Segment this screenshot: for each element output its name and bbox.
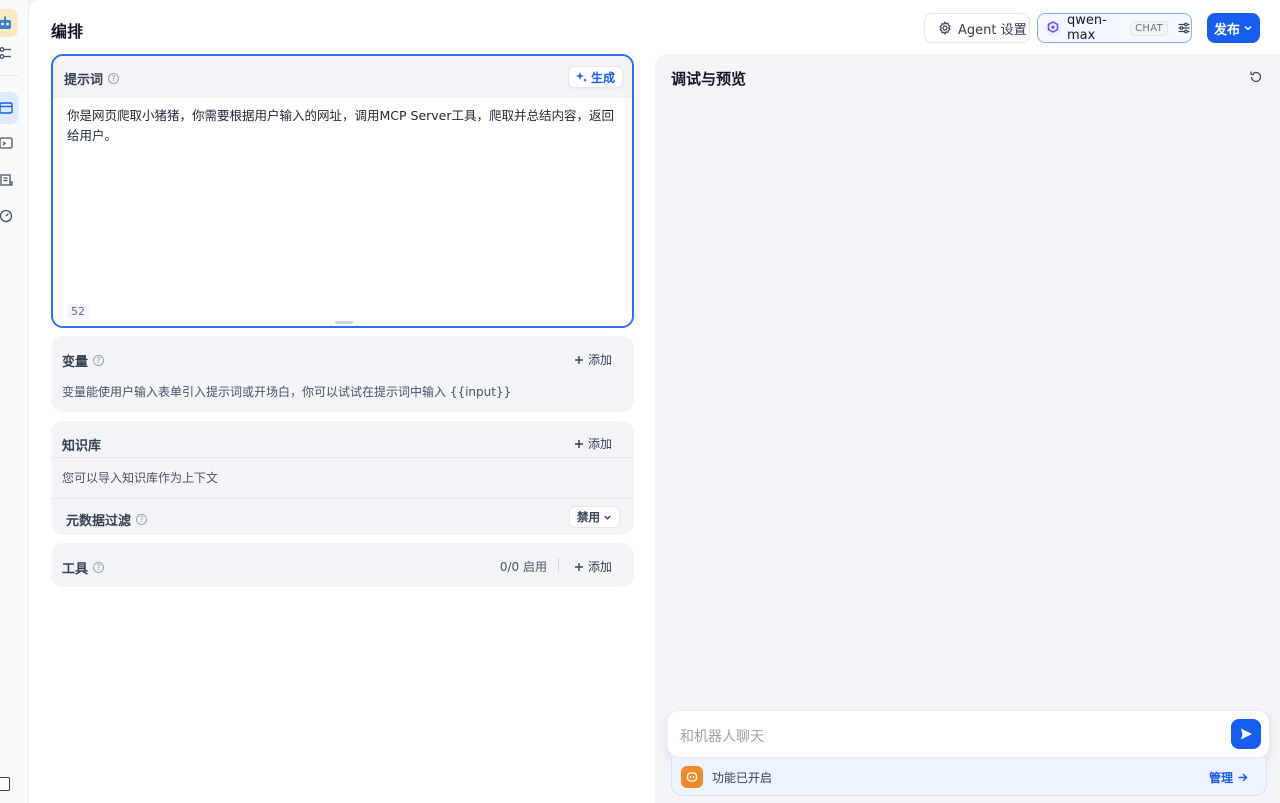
chevron-down-icon — [603, 513, 612, 522]
metadata-filter-select[interactable]: 禁用 — [569, 506, 620, 528]
tools-title: 工具 ? — [62, 558, 105, 577]
main-panel: 编排 Agent 设置 qwen-max CHAT 发布 提示词 ? 生成 你是… — [29, 0, 1280, 803]
sparkle-icon — [575, 71, 588, 84]
send-icon — [1241, 728, 1252, 740]
arrow-right-icon — [1237, 772, 1248, 783]
metadata-filter-title: 元数据过滤 ? — [66, 510, 148, 529]
model-selector[interactable]: qwen-max CHAT — [1037, 13, 1192, 43]
knowledge-label: 知识库 — [62, 439, 102, 454]
knowledge-description: 您可以导入知识库作为上下文 — [62, 471, 219, 485]
model-logo-icon — [1044, 19, 1062, 37]
prompt-label: 提示词 — [64, 73, 104, 88]
page-title: 编排 — [51, 22, 84, 41]
tools-enabled-count: 0/0 启用 — [499, 560, 547, 574]
variables-title: 变量 ? — [62, 351, 105, 370]
orchestrate-icon[interactable] — [0, 92, 19, 124]
variables-card: 变量 ? 添加 变量能使用户输入表单引入提示词或开场白，你可以试试在提示词中输入… — [51, 336, 634, 412]
knowledge-title: 知识库 — [62, 435, 101, 454]
add-tool-button[interactable]: 添加 — [574, 558, 612, 575]
sliders-icon[interactable] — [1177, 21, 1191, 35]
agent-settings-label: Agent 设置 — [958, 22, 1027, 38]
chevron-down-icon — [1243, 23, 1253, 33]
char-counter: 52 — [67, 304, 89, 319]
plus-icon — [574, 355, 584, 365]
publish-button[interactable]: 发布 — [1207, 13, 1260, 43]
tools-label: 工具 — [62, 562, 89, 577]
generate-button[interactable]: 生成 — [568, 66, 623, 88]
add-knowledge-button[interactable]: 添加 — [574, 435, 612, 452]
publish-label: 发布 — [1214, 22, 1241, 38]
divider — [51, 457, 634, 458]
app-icon[interactable] — [0, 9, 18, 37]
prompt-textarea[interactable]: 你是网页爬取小猪猪，你需要根据用户输入的网址，调用MCP Server工具，爬取… — [53, 98, 632, 326]
help-icon[interactable]: ? — [93, 355, 105, 366]
rail-divider — [0, 75, 18, 76]
logs-icon[interactable] — [0, 168, 18, 192]
monitor-icon[interactable] — [0, 204, 18, 228]
preview-title: 调试与预览 — [671, 70, 747, 88]
prompt-text[interactable]: 你是网页爬取小猪猪，你需要根据用户输入的网址，调用MCP Server工具，爬取… — [67, 106, 622, 146]
header: 编排 Agent 设置 qwen-max CHAT 发布 — [29, 0, 1280, 56]
manage-label: 管理 — [1208, 771, 1233, 785]
refresh-icon[interactable] — [1249, 70, 1263, 84]
manage-features-link[interactable]: 管理 — [1209, 769, 1248, 786]
metadata-filter-value: 禁用 — [577, 510, 600, 524]
workflow-icon[interactable] — [0, 41, 18, 65]
features-bar: 功能已开启 管理 — [671, 758, 1267, 796]
prompt-header: 提示词 ? 生成 — [53, 56, 632, 98]
variables-description: 变量能使用户输入表单引入提示词或开场白，你可以试试在提示词中输入 {{input… — [62, 385, 512, 399]
add-variable-button[interactable]: 添加 — [574, 351, 612, 368]
model-mode-badge: CHAT — [1130, 20, 1168, 36]
knowledge-card: 知识库 添加 您可以导入知识库作为上下文 元数据过滤 ? 禁用 — [51, 421, 634, 535]
left-rail — [0, 0, 29, 803]
divider — [51, 498, 634, 499]
features-label: 功能已开启 — [712, 771, 773, 785]
metadata-filter-label: 元数据过滤 — [66, 514, 132, 529]
add-label: 添加 — [587, 353, 612, 367]
send-button[interactable] — [1231, 719, 1261, 749]
prompt-editor: 提示词 ? 生成 你是网页爬取小猪猪，你需要根据用户输入的网址，调用MCP Se… — [51, 54, 634, 328]
add-label: 添加 — [587, 560, 612, 574]
plus-icon — [574, 439, 584, 449]
divider — [558, 558, 559, 572]
variables-label: 变量 — [62, 355, 89, 370]
prompt-title: 提示词 ? — [64, 69, 120, 88]
plus-icon — [574, 562, 584, 572]
debug-preview-panel: 调试与预览 和机器人聊天 功能已开启 管理 — [655, 54, 1280, 803]
collapse-sidebar-icon[interactable] — [0, 777, 10, 791]
chat-input[interactable]: 和机器人聊天 — [680, 726, 764, 746]
model-name: qwen-max — [1067, 13, 1107, 43]
agent-settings-button[interactable]: Agent 设置 — [924, 13, 1030, 43]
gear-icon — [938, 21, 952, 35]
terminal-icon[interactable] — [0, 131, 18, 155]
chat-input-box[interactable]: 和机器人聊天 — [667, 710, 1270, 758]
features-icon — [681, 766, 703, 788]
help-icon[interactable]: ? — [108, 73, 120, 84]
add-label: 添加 — [587, 437, 612, 451]
generate-label: 生成 — [591, 70, 616, 85]
help-icon[interactable]: ? — [136, 514, 148, 525]
tools-card: 工具 ? 0/0 启用 添加 — [51, 543, 634, 587]
resize-handle[interactable] — [335, 321, 353, 324]
help-icon[interactable]: ? — [93, 562, 105, 573]
